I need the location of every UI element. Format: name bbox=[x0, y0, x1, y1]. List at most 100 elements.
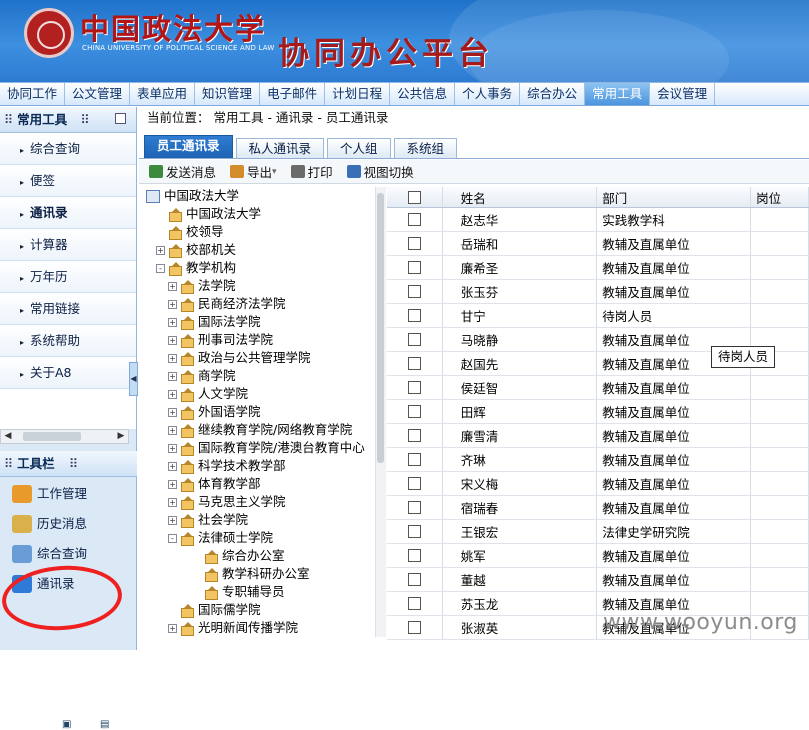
expand-icon[interactable]: + bbox=[168, 317, 177, 327]
tab[interactable]: 员工通讯录 bbox=[144, 135, 233, 158]
tab[interactable]: 个人组 bbox=[327, 138, 391, 158]
nav-item[interactable]: 常用工具 bbox=[585, 83, 651, 105]
checkbox-cell[interactable] bbox=[387, 520, 443, 543]
nav-item[interactable]: 电子邮件 bbox=[260, 83, 326, 105]
checkbox-cell[interactable] bbox=[387, 472, 443, 495]
row-checkbox[interactable] bbox=[407, 501, 421, 514]
sidebar-item[interactable]: ▸ 常用链接 bbox=[0, 293, 136, 325]
checkbox-cell[interactable] bbox=[387, 448, 443, 471]
checkbox-cell[interactable] bbox=[387, 400, 443, 423]
sidebar-item[interactable]: ▸ 关于A8 bbox=[0, 357, 136, 389]
nav-item[interactable]: 表单应用 bbox=[130, 83, 196, 105]
expand-icon[interactable]: + bbox=[168, 425, 177, 435]
scroll-left-icon[interactable]: ◀ bbox=[1, 430, 15, 443]
checkbox-cell[interactable] bbox=[387, 328, 443, 351]
action-button[interactable]: 导出 ▾ bbox=[230, 162, 277, 181]
window-icon[interactable] bbox=[115, 113, 126, 124]
column-header[interactable] bbox=[387, 187, 443, 207]
sidebar-item[interactable]: ▸ 便签 bbox=[0, 165, 136, 197]
tree-node[interactable]: 专职辅导员 bbox=[144, 583, 375, 601]
tree-node[interactable]: + 国际教育学院/港澳台教育中心 bbox=[144, 439, 375, 457]
tree-node[interactable]: + 国际法学院 bbox=[144, 313, 375, 331]
expand-icon[interactable]: + bbox=[168, 407, 177, 417]
tree-node[interactable]: + 马克思主义学院 bbox=[144, 493, 375, 511]
checkbox-cell[interactable] bbox=[387, 232, 443, 255]
checkbox-cell[interactable] bbox=[387, 592, 443, 615]
checkbox-cell[interactable] bbox=[387, 208, 443, 231]
nav-item[interactable]: 计划日程 bbox=[325, 83, 391, 105]
table-row[interactable]: 廉雪清 教辅及直属单位 bbox=[387, 424, 809, 448]
tree-node[interactable]: + 商学院 bbox=[144, 367, 375, 385]
expand-icon[interactable]: + bbox=[168, 281, 177, 291]
expand-icon[interactable]: + bbox=[168, 353, 177, 363]
row-checkbox[interactable] bbox=[407, 573, 421, 586]
toolbar-bottom-icons[interactable]: ▣ ▤ bbox=[62, 719, 110, 730]
action-button[interactable]: 视图切换 bbox=[346, 162, 414, 181]
expand-icon[interactable]: + bbox=[168, 299, 177, 309]
tab[interactable]: 私人通讯录 bbox=[235, 138, 325, 158]
table-row[interactable]: 齐琳 教辅及直属单位 bbox=[387, 448, 809, 472]
toolbar-item[interactable]: 历史消息 bbox=[0, 509, 137, 539]
tree-node[interactable]: - 教学机构 bbox=[144, 259, 375, 277]
nav-item[interactable]: 公文管理 bbox=[65, 83, 131, 105]
tree-node[interactable]: + 法学院 bbox=[144, 277, 375, 295]
tree-node[interactable]: + 民商经济法学院 bbox=[144, 295, 375, 313]
nav-item[interactable]: 知识管理 bbox=[195, 83, 261, 105]
action-button[interactable]: 打印 bbox=[290, 162, 333, 181]
sidebar-scrollbar[interactable]: ◀ ▶ bbox=[0, 429, 129, 444]
checkbox-cell[interactable] bbox=[387, 616, 443, 639]
row-checkbox[interactable] bbox=[407, 261, 421, 274]
checkbox-cell[interactable] bbox=[387, 352, 443, 375]
table-row[interactable]: 赵志华 实践教学科 bbox=[387, 208, 809, 232]
tree-scrollbar[interactable] bbox=[376, 187, 386, 637]
toolbar-item[interactable]: 综合查询 bbox=[0, 539, 137, 569]
nav-item[interactable]: 会议管理 bbox=[650, 83, 716, 105]
table-row[interactable]: 廉希圣 教辅及直属单位 bbox=[387, 256, 809, 280]
collapse-icon[interactable]: - bbox=[168, 533, 177, 543]
table-row[interactable]: 宋义梅 教辅及直属单位 bbox=[387, 472, 809, 496]
row-checkbox[interactable] bbox=[407, 285, 421, 298]
table-row[interactable]: 甘宁 待岗人员 bbox=[387, 304, 809, 328]
tree-node[interactable]: + 校部机关 bbox=[144, 241, 375, 259]
expand-icon[interactable]: + bbox=[168, 497, 177, 507]
row-checkbox[interactable] bbox=[407, 309, 421, 322]
expand-icon[interactable]: + bbox=[168, 371, 177, 381]
row-checkbox[interactable] bbox=[407, 213, 421, 226]
tree-node[interactable]: 中国政法大学 bbox=[144, 187, 375, 205]
tree-node[interactable]: + 科学技术教学部 bbox=[144, 457, 375, 475]
nav-item[interactable]: 公共信息 bbox=[390, 83, 456, 105]
row-checkbox[interactable] bbox=[407, 381, 421, 394]
expand-icon[interactable]: + bbox=[168, 479, 177, 489]
table-row[interactable]: 田辉 教辅及直属单位 bbox=[387, 400, 809, 424]
row-checkbox[interactable] bbox=[407, 525, 421, 538]
table-row[interactable]: 王银宏 法律史学研究院 bbox=[387, 520, 809, 544]
tree-node[interactable]: + 外国语学院 bbox=[144, 403, 375, 421]
tree-node[interactable]: + 人文学院 bbox=[144, 385, 375, 403]
nav-item[interactable]: 个人事务 bbox=[455, 83, 521, 105]
sidebar-item[interactable]: ▸ 计算器 bbox=[0, 229, 136, 261]
tree-node[interactable]: 国际儒学院 bbox=[144, 601, 375, 619]
collapse-sidebar-button[interactable]: ◀ bbox=[129, 362, 138, 396]
toolbar-item[interactable]: 工作管理 bbox=[0, 479, 137, 509]
table-row[interactable]: 宿瑞春 教辅及直属单位 bbox=[387, 496, 809, 520]
sidebar-item[interactable]: ▸ 综合查询 bbox=[0, 133, 136, 165]
table-row[interactable]: 岳瑞和 教辅及直属单位 bbox=[387, 232, 809, 256]
tree-node[interactable]: + 社会学院 bbox=[144, 511, 375, 529]
expand-icon[interactable]: + bbox=[168, 515, 177, 525]
expand-icon[interactable]: + bbox=[156, 245, 165, 255]
select-all-checkbox[interactable] bbox=[407, 190, 421, 204]
expand-icon[interactable]: + bbox=[168, 335, 177, 345]
table-row[interactable]: 姚军 教辅及直属单位 bbox=[387, 544, 809, 568]
row-checkbox[interactable] bbox=[407, 429, 421, 442]
scrollbar-thumb[interactable] bbox=[377, 193, 384, 463]
row-checkbox[interactable] bbox=[407, 453, 421, 466]
tree-node[interactable]: 教学科研办公室 bbox=[144, 565, 375, 583]
checkbox-cell[interactable] bbox=[387, 304, 443, 327]
row-checkbox[interactable] bbox=[407, 621, 421, 634]
sidebar-item[interactable]: ▸ 系统帮助 bbox=[0, 325, 136, 357]
collapse-icon[interactable]: - bbox=[156, 263, 165, 273]
row-checkbox[interactable] bbox=[407, 357, 421, 370]
row-checkbox[interactable] bbox=[407, 405, 421, 418]
expand-icon[interactable]: + bbox=[168, 461, 177, 471]
row-checkbox[interactable] bbox=[407, 477, 421, 490]
